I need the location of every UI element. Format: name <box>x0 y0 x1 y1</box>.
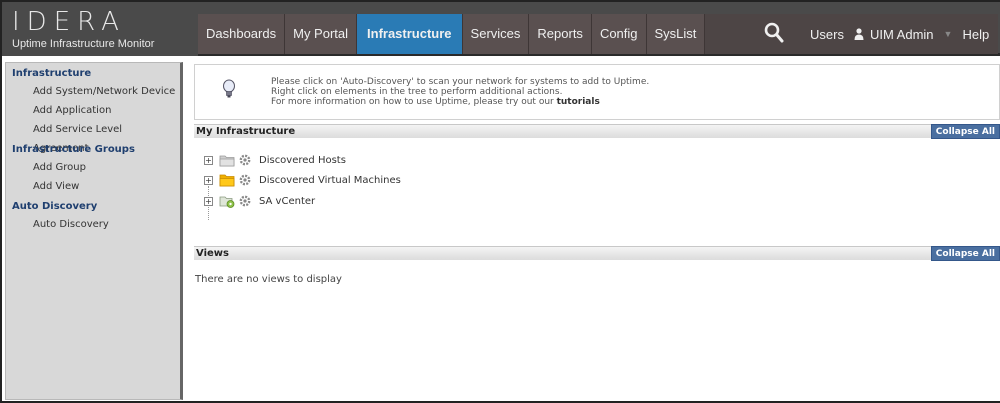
infrastructure-collapse-all-button[interactable]: Collapse All <box>930 124 1000 139</box>
nav-infrastructure[interactable]: Infrastructure <box>357 14 463 54</box>
help-menu[interactable]: Help <box>962 27 989 42</box>
expand-icon[interactable]: + <box>204 155 213 165</box>
tree-node-discovered-hosts[interactable]: + Discovered Hosts <box>204 152 346 168</box>
info-panel: Please click on 'Auto-Discovery' to scan… <box>194 64 1000 120</box>
nav-syslist[interactable]: SysList <box>646 14 706 54</box>
info-line-3-text: For more information on how to use Uptim… <box>271 97 557 107</box>
expand-icon[interactable]: + <box>204 196 213 206</box>
sidebar-item-add-sla[interactable]: Add Service Level Agreement <box>6 120 180 154</box>
logo[interactable]: IDERA Uptime Infrastructure Monitor <box>2 2 198 56</box>
empty-views-message: There are no views to display <box>195 274 342 285</box>
user-area: Users UIM Admin ▼ Help <box>810 14 999 54</box>
tree-label[interactable]: Discovered Hosts <box>259 155 346 166</box>
views-header: Views Collapse All <box>194 246 1000 261</box>
nav-services[interactable]: Services <box>462 14 530 54</box>
vcenter-folder-icon <box>219 196 235 208</box>
sidebar-heading-infrastructure: Infrastructure <box>12 68 92 79</box>
folder-grey-icon <box>219 155 235 167</box>
gear-icon[interactable] <box>239 154 251 166</box>
idera-logo-text: IDERA <box>12 7 126 37</box>
product-subtitle: Uptime Infrastructure Monitor <box>12 38 155 50</box>
tree-node-sa-vcenter[interactable]: + SA vCenter <box>204 193 315 209</box>
nav-my-portal[interactable]: My Portal <box>285 14 358 54</box>
user-name-menu[interactable]: UIM Admin <box>870 27 934 42</box>
tutorials-link[interactable]: tutorials <box>557 97 600 107</box>
user-icon <box>854 28 864 40</box>
tree-label[interactable]: SA vCenter <box>259 196 315 207</box>
views-collapse-all-button[interactable]: Collapse All <box>930 246 1000 261</box>
nav-config[interactable]: Config <box>591 14 647 54</box>
section-title: Views <box>196 248 229 259</box>
gear-icon[interactable] <box>239 174 251 186</box>
sidebar-item-auto-discovery[interactable]: Auto Discovery <box>6 215 180 234</box>
tree-node-discovered-vms[interactable]: + Discovered Virtual Machines <box>204 172 401 188</box>
nav-dashboards[interactable]: Dashboards <box>198 14 286 54</box>
expand-icon[interactable]: + <box>204 175 213 185</box>
info-line-1: Please click on 'Auto-Discovery' to scan… <box>271 77 650 87</box>
info-line-3: For more information on how to use Uptim… <box>271 97 649 107</box>
info-text: Please click on 'Auto-Discovery' to scan… <box>271 77 649 107</box>
sidebar-item-add-group[interactable]: Add Group <box>6 158 180 177</box>
folder-yellow-icon <box>219 174 235 187</box>
nav-reports[interactable]: Reports <box>529 14 592 54</box>
tree-label[interactable]: Discovered Virtual Machines <box>259 175 401 186</box>
main-nav: Dashboards My Portal Infrastructure Serv… <box>198 14 706 54</box>
info-line-2: Right click on elements in the tree to p… <box>271 87 563 97</box>
sidebar-heading-auto-discovery: Auto Discovery <box>12 201 98 212</box>
sidebar: Infrastructure Add System/Network Device… <box>5 62 183 400</box>
sidebar-item-add-view[interactable]: Add View <box>6 177 180 196</box>
main-content: Please click on 'Auto-Discovery' to scan… <box>190 62 1000 400</box>
my-infrastructure-header: My Infrastructure Collapse All <box>194 124 1000 139</box>
user-menu-chevron-down-icon[interactable]: ▼ <box>944 29 953 39</box>
sidebar-item-add-application[interactable]: Add Application <box>6 101 180 120</box>
section-title: My Infrastructure <box>196 126 296 137</box>
gear-icon[interactable] <box>239 195 251 207</box>
lightbulb-icon <box>223 79 235 98</box>
sidebar-item-add-system[interactable]: Add System/Network Device <box>6 82 180 101</box>
search-icon[interactable] <box>764 22 784 44</box>
users-link[interactable]: Users <box>810 27 844 42</box>
